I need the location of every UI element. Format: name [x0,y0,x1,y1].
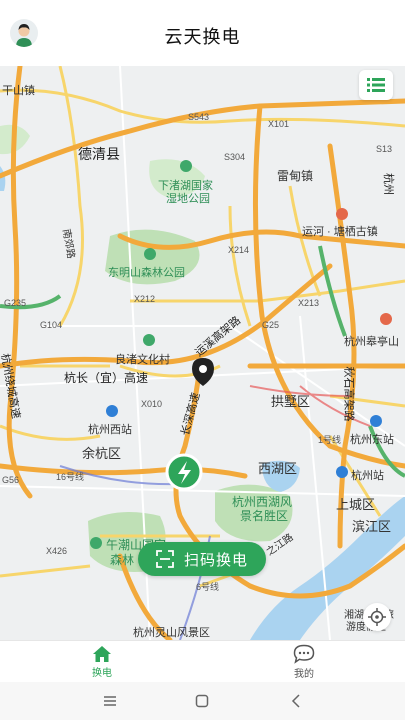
map-label: 西湖区 [258,461,298,476]
map-label: 景名胜区 [240,509,289,523]
road-label: X214 [228,245,250,255]
home-nav-button[interactable] [190,690,214,712]
road-label: S543 [188,112,210,122]
home-icon [93,646,111,662]
system-navigation-bar [0,682,405,720]
tab-mine-label: 我的 [294,669,314,680]
scan-swap-label: 扫码换电 [183,550,248,569]
road-label: X010 [141,399,163,409]
road-label: S304 [224,152,246,162]
map-label: 良渚文化村 [115,354,170,366]
locate-button[interactable] [363,603,391,631]
tab-swap-label: 换电 [92,668,112,679]
app-header: 云天换电 [0,0,405,67]
road-label: G56 [2,475,20,485]
map-label: 杭州东站 [350,434,394,446]
map-label: 余杭区 [82,446,122,461]
back-nav-button[interactable] [284,690,308,712]
menu-button[interactable] [98,690,122,712]
scan-swap-button[interactable]: 扫码换电 [138,542,266,576]
map-label: 杭州皋亭山 [344,336,399,348]
map-label: 秋石高架路 [342,366,355,422]
road-label: 16号线 [56,472,85,482]
menu-icon [104,696,116,706]
road-label: 6号线 [196,582,220,592]
road-label: G104 [40,320,63,330]
map-label: 杭长（宜）高速 [64,371,149,385]
map-label: 湿地公园 [166,193,210,205]
map-label: 滨江区 [352,519,392,534]
road-label: X212 [134,294,156,304]
tab-swap[interactable]: 换电 [2,641,202,683]
map-label: 东明山森林公园 [108,267,185,279]
map-label: 拱墅区 [271,394,311,409]
chat-bubble-icon [293,644,315,664]
map-label: 杭州 [382,173,394,195]
map-label: 杭州站 [351,470,384,482]
road-label: X426 [46,546,68,556]
map-label: 杭州灵山风景区 [133,627,210,639]
map-label: 干山镇 [2,85,35,97]
road-label: X213 [298,298,320,308]
bottom-tab-bar: 换电 我的 [0,640,405,683]
map-label: 上城区 [336,497,376,512]
road-label: G25 [262,320,280,330]
square-icon [195,694,209,708]
map-label: 杭州西站 [88,424,132,436]
map-label: 运河 · 塘栖古镇 [302,226,378,238]
road-label: S13 [376,144,393,154]
page-title: 云天换电 [164,27,241,48]
road-label: X101 [268,119,290,129]
road-label: 1号线 [318,435,342,445]
back-chevron-icon [291,694,300,708]
station-list-button[interactable] [359,70,393,100]
road-label: G235 [4,298,27,308]
scan-icon [156,550,174,568]
map-label: 德清县 [78,146,120,162]
crosshair-icon [368,608,386,626]
map-label: 森林 [110,553,135,567]
list-icon [367,78,385,92]
map-label: 雷甸镇 [277,169,314,183]
tab-mine[interactable]: 我的 [204,641,404,683]
